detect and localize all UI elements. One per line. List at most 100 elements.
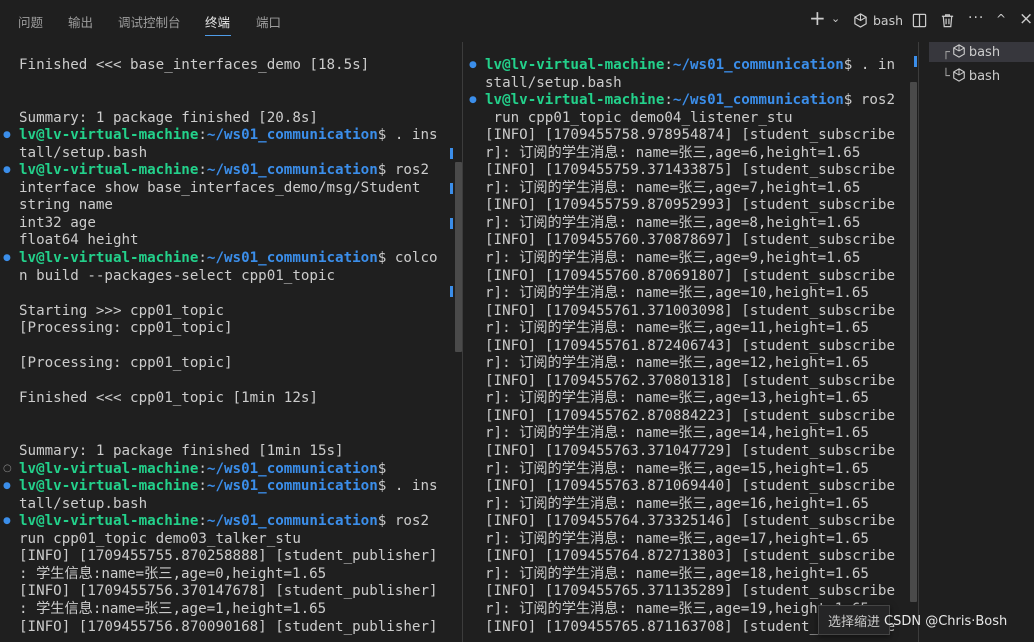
prompt-user-host: lv@lv-virtual-machine [19,478,199,495]
prompt-user-host: lv@lv-virtual-machine [19,513,199,530]
terminal-text: r]: 订阅的学生消息: name=张三,age=11,height=1.65 [485,320,869,337]
terminal-output-right: lv@lv-virtual-machine:~/ws01_communicati… [485,57,895,636]
new-terminal-button[interactable]: + [809,6,826,30]
terminal-text: [INFO] [1709455764.872713803] [student_s… [485,548,895,565]
prompt-path: ~/ws01_communication [672,57,844,73]
terminal-text: Finished <<< base_interfaces_demo [18.5s… [19,57,370,73]
terminal-text: r]: 订阅的学生消息: name=张三,age=17,height=1.65 [485,530,869,547]
tab-problems[interactable]: 问题 [18,12,43,31]
terminal-text: r]: 订阅的学生消息: name=张三,age=16,height=1.65 [485,495,869,512]
terminal-text: run cpp01_topic demo03_talker_stu [19,530,301,547]
terminal-text: [INFO] [1709455765.371135289] [student_s… [485,583,895,600]
terminal-shell-icon [853,13,868,32]
terminal-text: : [198,162,207,179]
terminal-line: lv@lv-virtual-machine:~/ws01_communicati… [19,127,438,145]
terminal-line: lv@lv-virtual-machine:~/ws01_communicati… [19,513,438,531]
command-success-decoration-icon[interactable]: ● [3,162,11,180]
terminal-text: [INFO] [1709455759.371433875] [student_s… [485,162,895,179]
tab-debug-console[interactable]: 调试控制台 [118,12,181,31]
watermark-text: CSDN @Chris·Bosh [884,614,1008,629]
command-success-decoration-icon[interactable]: ● [3,250,11,268]
maximize-panel-button[interactable]: ^ [996,12,1006,26]
terminal-text: n build --packages-select cpp01_topic [19,267,336,284]
terminal-pane-right[interactable]: lv@lv-virtual-machine:~/ws01_communicati… [463,42,918,642]
active-shell-label[interactable]: bash [873,13,903,28]
trash-icon[interactable] [940,13,955,32]
terminal-text: r]: 订阅的学生消息: name=张三,age=18,height=1.65 [485,565,869,582]
terminal-text: : [664,57,673,73]
terminal-session-item[interactable]: └ bash [942,66,1000,86]
terminal-line: int32 age [19,215,438,233]
terminal-text: Starting >>> cpp01_topic [19,302,224,319]
terminal-text: [INFO] [1709455758.978954874] [student_s… [485,127,895,144]
prompt-path: ~/ws01_communication [206,162,378,179]
terminal-text: tall/setup.bash [19,144,148,161]
terminal-shell-icon [952,67,966,86]
terminal-line: n build --packages-select cpp01_topic [19,268,438,286]
launch-profile-dropdown-button[interactable]: ⌄ [831,12,840,25]
terminal-pane-left[interactable]: Finished <<< base_interfaces_demo [18.5s… [0,42,462,642]
terminal-text: Finished <<< cpp01_topic [1min 12s] [19,390,318,407]
command-empty-decoration-icon[interactable]: ○ [3,460,12,478]
terminal-text: : [664,92,673,109]
session-label: bash [968,44,1001,60]
terminal-text: [INFO] [1709455763.371047729] [student_s… [485,443,895,460]
terminal-line: [Processing: cpp01_topic] [19,355,438,373]
terminal-line: : 学生信息:name=张三,age=1,height=1.65 [19,601,438,619]
terminal-line: r]: 订阅的学生消息: name=张三,age=15,height=1.65 [485,461,895,479]
terminal-scrollbar-left[interactable] [455,162,462,352]
tab-ports[interactable]: 端口 [256,12,281,31]
terminal-tabs-divider[interactable] [918,42,919,642]
terminal-text: r]: 订阅的学生消息: name=张三,age=10,height=1.65 [485,285,869,302]
terminal-line: r]: 订阅的学生消息: name=张三,age=10,height=1.65 [485,285,895,303]
terminal-line: [INFO] [1709455764.373325146] [student_s… [485,513,895,531]
terminal-line: tall/setup.bash [19,496,438,514]
split-terminal-icon[interactable] [912,13,927,32]
command-success-decoration-icon[interactable]: ● [3,478,11,496]
terminal-line: r]: 订阅的学生消息: name=张三,age=13,height=1.65 [485,390,895,408]
overview-ruler-mark [450,286,453,297]
terminal-text: [INFO] [1709455755.870258888] [student_p… [19,548,438,565]
terminal-text: tall/setup.bash [19,495,148,512]
terminal-text: : [198,460,207,477]
command-running-decoration-icon[interactable]: ● [3,513,11,531]
terminal-text: : 学生信息:name=张三,age=1,height=1.65 [19,600,327,617]
tab-terminal[interactable]: 终端 [205,12,230,31]
terminal-text: Summary: 1 package finished [1min 15s] [19,443,344,460]
terminal-line: r]: 订阅的学生消息: name=张三,age=6,height=1.65 [485,145,895,163]
terminal-line: [INFO] [1709455762.370801318] [student_s… [485,373,895,391]
terminal-session-item[interactable]: ┌ bash [929,42,1034,62]
terminal-line: Summary: 1 package finished [20.8s] [19,110,438,128]
tree-branch-bottom-icon: └ [942,68,950,84]
terminal-line: interface show base_interfaces_demo/msg/… [19,180,438,198]
prompt-path: ~/ws01_communication [206,460,378,477]
session-label: bash [968,68,1001,84]
more-actions-button[interactable]: ··· [968,10,984,26]
terminal-line: string name [19,197,438,215]
command-running-decoration-icon[interactable]: ● [469,92,477,110]
tab-output[interactable]: 输出 [68,12,93,31]
terminal-text: stall/setup.bash [485,74,622,91]
terminal-text: $ . ins [377,127,438,144]
terminal-text: r]: 订阅的学生消息: name=张三,age=6,height=1.65 [485,144,861,161]
terminal-text: [INFO] [1709455760.870691807] [student_s… [485,267,895,284]
terminal-text: [Processing: cpp01_topic] [19,355,233,372]
terminal-line: tall/setup.bash [19,145,438,163]
terminal-scrollbar-right[interactable] [910,82,917,602]
command-success-decoration-icon[interactable]: ● [469,57,477,75]
terminal-line: r]: 订阅的学生消息: name=张三,age=9,height=1.65 [485,250,895,268]
prompt-user-host: lv@lv-virtual-machine [19,162,199,179]
terminal-text: r]: 订阅的学生消息: name=张三,age=7,height=1.65 [485,179,861,196]
terminal-line: : 学生信息:name=张三,age=0,height=1.65 [19,566,438,584]
terminal-line: r]: 订阅的学生消息: name=张三,age=14,height=1.65 [485,425,895,443]
terminal-line: Finished <<< cpp01_topic [1min 12s] [19,390,438,408]
close-panel-button[interactable]: × [1019,9,1033,29]
terminal-text: [INFO] [1709455763.871069440] [student_s… [485,478,895,495]
terminal-text: : [198,513,207,530]
terminal-line: Starting >>> cpp01_topic [19,303,438,321]
command-success-decoration-icon[interactable]: ● [3,127,11,145]
terminal-text: : 学生信息:name=张三,age=0,height=1.65 [19,565,327,582]
